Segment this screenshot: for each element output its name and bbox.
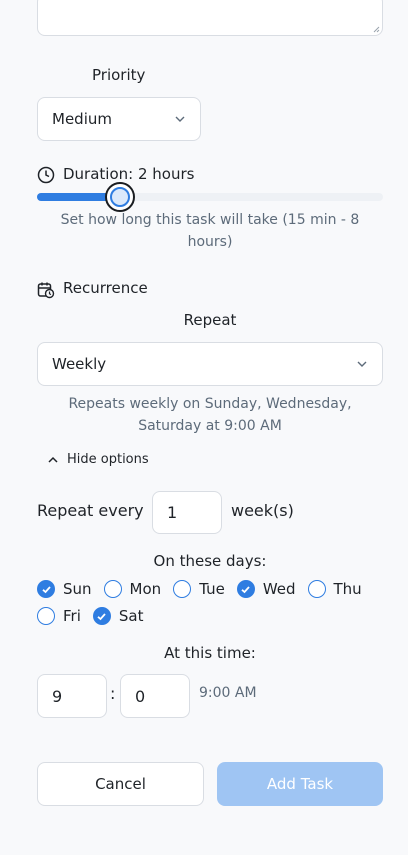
day-checkbox-fri[interactable]: Fri — [37, 607, 81, 625]
hide-options-label: Hide options — [67, 452, 149, 467]
add-task-button[interactable]: Add Task — [217, 762, 383, 806]
time-display: 9:00 AM — [199, 685, 257, 701]
day-checkbox-sun[interactable]: Sun — [37, 580, 92, 598]
repeat-label: Repeat — [183, 311, 237, 329]
checkbox-empty-icon[interactable] — [173, 580, 192, 598]
repeat-every-unit: week(s) — [231, 501, 294, 520]
priority-label: Priority — [92, 66, 146, 84]
cancel-button-label: Cancel — [95, 775, 146, 793]
checkbox-empty-icon[interactable] — [37, 607, 55, 625]
days-row: Sun Mon Tue Wed Thu — [37, 580, 362, 598]
repeat-select-value: Weekly — [52, 355, 107, 373]
recurrence-heading: Recurrence — [63, 279, 148, 297]
chevron-down-icon — [175, 116, 185, 122]
time-label: At this time: — [164, 644, 256, 662]
day-checkbox-mon[interactable]: Mon — [103, 580, 162, 598]
add-task-button-label: Add Task — [266, 775, 334, 793]
days-row: Fri Sat — [37, 607, 143, 625]
day-label: Sat — [118, 607, 144, 625]
minute-input[interactable]: 0 — [120, 674, 190, 718]
priority-select[interactable]: Medium — [37, 97, 201, 141]
checkmark-icon[interactable] — [236, 580, 255, 598]
checkmark-icon[interactable] — [92, 607, 111, 625]
hour-value: 9 — [52, 686, 63, 706]
day-label: Tue — [199, 580, 225, 598]
priority-select-value: Medium — [52, 110, 112, 128]
recurrence-summary: Repeats weekly on Sunday, Wednesday, Sat… — [68, 396, 352, 434]
day-label: Fri — [63, 607, 81, 625]
checkmark-icon[interactable] — [37, 580, 55, 598]
duration-slider-thumb-inner — [110, 187, 131, 207]
repeat-every-value: 1 — [167, 503, 178, 522]
repeat-select[interactable]: Weekly — [37, 342, 383, 386]
day-label: Sun — [63, 580, 92, 598]
day-label: Thu — [333, 580, 362, 598]
duration-slider-thumb[interactable] — [105, 182, 136, 212]
days-label: On these days: — [153, 552, 267, 570]
duration-slider-track[interactable] — [37, 193, 383, 201]
description-textarea[interactable] — [37, 0, 383, 36]
minute-value: 0 — [135, 686, 146, 706]
checkbox-empty-icon[interactable] — [307, 580, 326, 598]
checkbox-empty-icon[interactable] — [103, 580, 122, 598]
time-separator: : — [110, 684, 116, 703]
repeat-every-label: Repeat every — [37, 501, 144, 520]
hour-input[interactable]: 9 — [37, 674, 107, 718]
duration-hint: Set how long this task will take (15 min… — [60, 212, 360, 250]
duration-label: Duration: 2 hours — [63, 165, 195, 183]
chevron-up-icon — [48, 456, 58, 463]
calendar-clock-icon — [37, 282, 55, 299]
day-checkbox-tue[interactable]: Tue — [173, 580, 225, 598]
day-label: Mon — [129, 580, 162, 598]
hide-options-toggle[interactable]: Hide options — [47, 452, 149, 467]
resize-grip-icon[interactable] — [373, 26, 380, 33]
chevron-down-icon — [357, 361, 367, 367]
repeat-every-input[interactable]: 1 — [152, 491, 222, 534]
day-checkbox-wed[interactable]: Wed — [236, 580, 296, 598]
cancel-button[interactable]: Cancel — [37, 762, 204, 806]
day-checkbox-sat[interactable]: Sat — [92, 607, 144, 625]
clock-icon — [37, 166, 55, 184]
day-label: Wed — [262, 580, 296, 598]
day-checkbox-thu[interactable]: Thu — [307, 580, 362, 598]
